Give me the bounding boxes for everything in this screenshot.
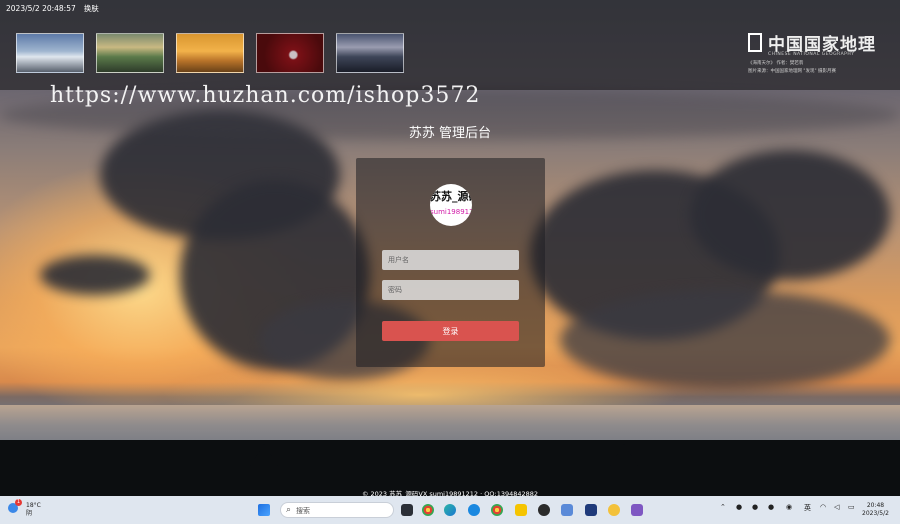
skin-thumbnail[interactable]	[256, 33, 324, 73]
login-panel: 苏苏_源码 sumi19891212 登录	[356, 158, 545, 367]
logo-frame-icon	[748, 33, 762, 52]
skin-thumbnail[interactable]	[176, 33, 244, 73]
app-icon[interactable]	[585, 504, 597, 516]
app-icon[interactable]	[608, 504, 620, 516]
tray-icon[interactable]: ●	[752, 503, 758, 511]
current-datetime: 2023/5/2 20:48:57	[6, 4, 76, 13]
tray-icon[interactable]: ●	[736, 503, 742, 511]
cloud	[560, 290, 890, 390]
chrome-icon[interactable]	[491, 504, 503, 516]
weather-temp: 18°C	[26, 502, 41, 509]
tray-icon[interactable]: ◉	[786, 503, 792, 511]
notification-badge: 1	[15, 499, 22, 506]
app-icon[interactable]	[631, 504, 643, 516]
switch-skin-link[interactable]: 换肤	[84, 4, 99, 13]
start-button-icon[interactable]	[258, 504, 270, 516]
skin-thumbnail[interactable]	[16, 33, 84, 73]
brand-english: CHINESE NATIONAL GEOGRAPHY	[768, 52, 855, 57]
search-box[interactable]: ⌕ 搜索	[280, 502, 394, 518]
avatar: 苏苏_源码 sumi19891212	[430, 184, 472, 226]
username-input[interactable]	[382, 250, 519, 270]
taskbar: 1 18°C 阴 ⌕ 搜索 ⌃ ● ● ● ◉ 英 ◠ ◁ ▭ 20:48 20…	[0, 496, 900, 524]
cloud	[40, 255, 150, 295]
page-title: 苏苏 管理后台	[408, 126, 492, 141]
tray-icon[interactable]: ●	[768, 503, 774, 511]
datetime-line: 2023/5/2 20:48:57 换肤	[6, 3, 107, 14]
chevron-up-icon[interactable]: ⌃	[720, 503, 726, 511]
top-bar: 2023/5/2 20:48:57 换肤 中国国家地理 CHINESE NATIO…	[0, 0, 900, 90]
battery-icon[interactable]: ▭	[848, 503, 855, 511]
photo-source: 图片来源：中国国家地理网 "发现" 摄影月赛	[748, 69, 836, 74]
password-input[interactable]	[382, 280, 519, 300]
app-icon[interactable]	[538, 504, 550, 516]
edge-icon[interactable]	[444, 504, 456, 516]
weather-text: 18°C 阴	[26, 502, 41, 518]
taskbar-date: 2023/5/2	[862, 510, 889, 517]
app-icon[interactable]	[561, 504, 573, 516]
taskbar-time: 20:48	[866, 502, 885, 509]
avatar-subtext: sumi19891212	[430, 208, 472, 216]
taskbar-clock[interactable]: 20:48 2023/5/2	[862, 502, 889, 518]
folder-icon[interactable]	[515, 504, 527, 516]
skin-thumbnail[interactable]	[336, 33, 404, 73]
skin-thumbnail[interactable]	[96, 33, 164, 73]
task-view-icon[interactable]	[401, 504, 413, 516]
avatar-text: 苏苏_源码	[430, 190, 472, 203]
chrome-icon[interactable]	[422, 504, 434, 516]
watermark-url: https://www.huzhan.com/ishop3572	[50, 83, 481, 108]
weather-desc: 阴	[26, 510, 33, 517]
input-language[interactable]: 英	[804, 503, 811, 513]
search-placeholder: 搜索	[296, 507, 310, 515]
search-icon: ⌕	[286, 505, 292, 515]
login-button[interactable]: 登录	[382, 321, 519, 341]
wifi-icon[interactable]: ◠	[820, 503, 826, 511]
photo-caption: 《海南天尔》 作者：樊若翡	[748, 61, 804, 66]
cloud	[690, 150, 890, 280]
browser-icon[interactable]	[468, 504, 480, 516]
volume-icon[interactable]: ◁	[834, 503, 839, 511]
